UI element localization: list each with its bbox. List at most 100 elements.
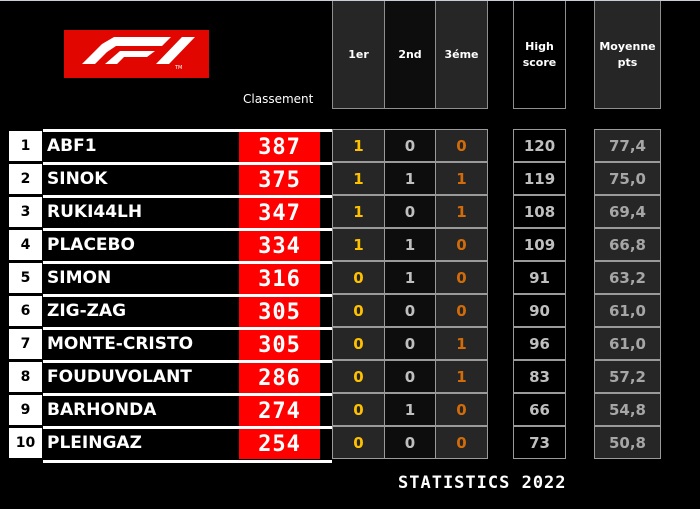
- total-score: 334: [239, 231, 320, 261]
- header-high-line2: score: [522, 55, 557, 69]
- average-points-value: 61,0: [594, 327, 661, 360]
- driver-name: MONTE-CRISTO: [47, 334, 194, 354]
- table-row: 4 PLACEBO 334 1 1 0 109 66,8: [0, 228, 700, 261]
- driver-name: SINOK: [47, 169, 108, 189]
- second-place-count: 0: [384, 294, 436, 327]
- header-third: 3éme: [435, 1, 488, 109]
- table-row: 6 ZIG-ZAG 305 0 0 0 90 61,0: [0, 294, 700, 327]
- third-place-count: 1: [435, 162, 488, 195]
- high-score-value: 83: [513, 360, 566, 393]
- second-place-count: 1: [384, 162, 436, 195]
- average-points-value: 50,8: [594, 426, 661, 459]
- first-place-count: 0: [332, 360, 385, 393]
- header-moyenne-line1: Moyenne: [599, 39, 656, 53]
- total-score: 316: [239, 264, 320, 294]
- rank-badge: 1: [9, 131, 42, 161]
- total-score: 274: [239, 396, 320, 426]
- total-score: 347: [239, 198, 320, 228]
- average-points-value: 66,8: [594, 228, 661, 261]
- trademark-text: TM: [174, 65, 182, 71]
- first-place-count: 1: [332, 129, 385, 162]
- header-second: 2nd: [384, 1, 436, 109]
- total-score: 305: [239, 330, 320, 360]
- header-third-label: 3éme: [444, 47, 479, 61]
- table-row: 2 SINOK 375 1 1 1 119 75,0: [0, 162, 700, 195]
- average-points-value: 61,0: [594, 294, 661, 327]
- first-place-count: 0: [332, 426, 385, 459]
- first-place-count: 0: [332, 294, 385, 327]
- second-place-count: 1: [384, 228, 436, 261]
- high-score-value: 73: [513, 426, 566, 459]
- high-score-value: 109: [513, 228, 566, 261]
- driver-name: BARHONDA: [47, 400, 157, 420]
- table-row: 5 SIMON 316 0 1 0 91 63,2: [0, 261, 700, 294]
- second-place-count: 0: [384, 360, 436, 393]
- driver-name: ABF1: [47, 136, 97, 156]
- table-row: 8 FOUDUVOLANT 286 0 0 1 83 57,2: [0, 360, 700, 393]
- driver-name: RUKI44LH: [47, 202, 143, 222]
- third-place-count: 0: [435, 228, 488, 261]
- third-place-count: 0: [435, 129, 488, 162]
- rank-badge: 10: [9, 428, 42, 458]
- classement-label: Classement: [243, 92, 314, 106]
- total-score: 254: [239, 429, 320, 459]
- second-place-count: 0: [384, 129, 436, 162]
- driver-name: PLACEBO: [47, 235, 135, 255]
- rank-badge: 5: [9, 263, 42, 293]
- first-place-count: 0: [332, 327, 385, 360]
- table-bottom-line: [43, 460, 332, 463]
- header-first: 1er: [332, 1, 385, 109]
- average-points-value: 57,2: [594, 360, 661, 393]
- rank-badge: 8: [9, 362, 42, 392]
- average-points-value: 69,4: [594, 195, 661, 228]
- rank-badge: 3: [9, 197, 42, 227]
- third-place-count: 1: [435, 327, 488, 360]
- first-place-count: 0: [332, 261, 385, 294]
- first-place-count: 1: [332, 162, 385, 195]
- table-row: 3 RUKI44LH 347 1 0 1 108 69,4: [0, 195, 700, 228]
- rank-badge: 4: [9, 230, 42, 260]
- high-score-value: 91: [513, 261, 566, 294]
- rank-badge: 9: [9, 395, 42, 425]
- third-place-count: 0: [435, 294, 488, 327]
- third-place-count: 0: [435, 261, 488, 294]
- third-place-count: 1: [435, 195, 488, 228]
- high-score-value: 119: [513, 162, 566, 195]
- footer-title: STATISTICS 2022: [398, 473, 567, 493]
- second-place-count: 0: [384, 195, 436, 228]
- second-place-count: 0: [384, 327, 436, 360]
- table-row: 1 ABF1 387 1 0 0 120 77,4: [0, 129, 700, 162]
- second-place-count: 0: [384, 426, 436, 459]
- header-high-score: High score: [513, 1, 566, 109]
- high-score-value: 108: [513, 195, 566, 228]
- header-second-label: 2nd: [398, 47, 422, 61]
- rank-badge: 2: [9, 164, 42, 194]
- driver-name: SIMON: [47, 268, 112, 288]
- second-place-count: 1: [384, 261, 436, 294]
- rank-badge: 7: [9, 329, 42, 359]
- table-row: 10 PLEINGAZ 254 0 0 0 73 50,8: [0, 426, 700, 459]
- average-points-value: 63,2: [594, 261, 661, 294]
- header-moyenne: Moyenne pts: [594, 1, 661, 109]
- header-first-label: 1er: [348, 47, 369, 61]
- total-score: 305: [239, 297, 320, 327]
- first-place-count: 1: [332, 195, 385, 228]
- average-points-value: 77,4: [594, 129, 661, 162]
- average-points-value: 54,8: [594, 393, 661, 426]
- high-score-value: 120: [513, 129, 566, 162]
- first-place-count: 0: [332, 393, 385, 426]
- total-score: 387: [239, 132, 320, 162]
- total-score: 375: [239, 165, 320, 195]
- header-high-line1: High: [525, 39, 554, 53]
- second-place-count: 1: [384, 393, 436, 426]
- average-points-value: 75,0: [594, 162, 661, 195]
- high-score-value: 96: [513, 327, 566, 360]
- third-place-count: 0: [435, 393, 488, 426]
- third-place-count: 1: [435, 360, 488, 393]
- driver-name: ZIG-ZAG: [47, 301, 127, 321]
- total-score: 286: [239, 363, 320, 393]
- first-place-count: 1: [332, 228, 385, 261]
- f1-logo-icon: TM: [82, 37, 195, 71]
- high-score-value: 90: [513, 294, 566, 327]
- f1-logo: TM: [64, 30, 209, 78]
